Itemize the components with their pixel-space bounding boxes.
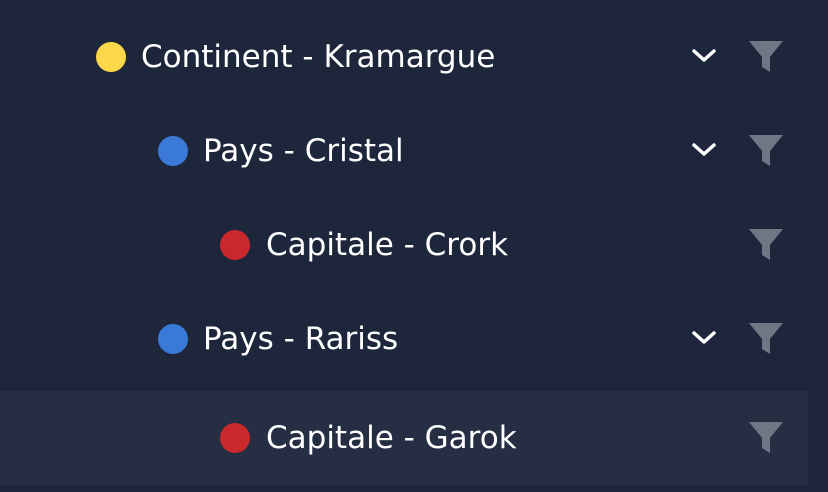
filter-icon[interactable] — [746, 319, 786, 359]
level-dot-icon — [220, 230, 250, 260]
level-dot-icon — [158, 324, 188, 354]
location-tree: Continent - Kramargue Pays - Cristal Cap… — [0, 0, 828, 492]
tree-row-label: Continent - Kramargue — [141, 39, 496, 75]
chevron-down-icon[interactable] — [690, 138, 718, 162]
tree-row-pays-rariss[interactable]: Pays - Rariss — [0, 292, 808, 386]
tree-row-label: Capitale - Crork — [266, 227, 509, 263]
tree-row-pays-cristal[interactable]: Pays - Cristal — [0, 104, 808, 198]
chevron-down-icon[interactable] — [690, 326, 718, 350]
tree-row-continent-kramargue[interactable]: Continent - Kramargue — [0, 10, 808, 104]
tree-row-capitale-crork[interactable]: Capitale - Crork — [0, 198, 808, 292]
level-dot-icon — [96, 42, 126, 72]
tree-row-capitale-garok[interactable]: Capitale - Garok — [0, 391, 808, 485]
chevron-down-icon[interactable] — [690, 44, 718, 68]
filter-icon[interactable] — [746, 131, 786, 171]
tree-row-label: Pays - Cristal — [203, 133, 404, 169]
level-dot-icon — [220, 423, 250, 453]
tree-row-label: Capitale - Garok — [266, 420, 517, 456]
filter-icon[interactable] — [746, 418, 786, 458]
level-dot-icon — [158, 136, 188, 166]
filter-icon[interactable] — [746, 225, 786, 265]
tree-row-label: Pays - Rariss — [203, 321, 399, 357]
filter-icon[interactable] — [746, 37, 786, 77]
